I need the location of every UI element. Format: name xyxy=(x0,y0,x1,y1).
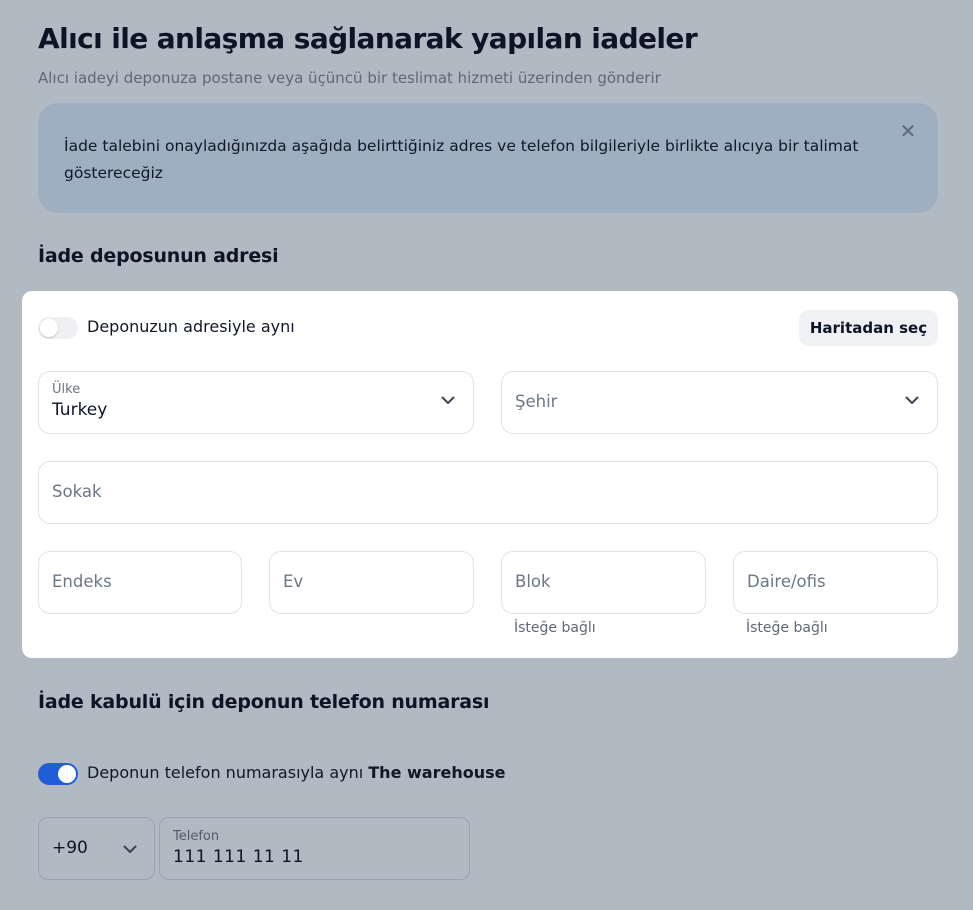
same-phone-toggle[interactable] xyxy=(38,763,78,785)
warehouse-name: The warehouse xyxy=(368,763,506,782)
postcode-placeholder: Endeks xyxy=(52,572,112,591)
postcode-input[interactable]: Endeks xyxy=(38,551,242,614)
info-notice: İade talebini onayladığınızda aşağıda be… xyxy=(38,103,938,213)
house-placeholder: Ev xyxy=(283,572,304,591)
block-input[interactable]: Blok xyxy=(501,551,706,614)
street-placeholder: Sokak xyxy=(52,482,102,501)
country-value: Turkey xyxy=(52,400,108,420)
same-phone-label-text: Deponun telefon numarasıyla aynı xyxy=(87,763,364,782)
house-input[interactable]: Ev xyxy=(269,551,474,614)
apartment-optional-hint: İsteğe bağlı xyxy=(746,620,828,636)
toggle-knob xyxy=(58,765,76,783)
block-placeholder: Blok xyxy=(515,572,551,591)
phone-value: 111 111 11 11 xyxy=(173,847,304,867)
apartment-input[interactable]: Daire/ofis xyxy=(733,551,938,614)
phone-input[interactable]: Telefon 111 111 11 11 xyxy=(159,817,470,880)
country-code-value: +90 xyxy=(52,838,88,858)
phone-section-title: İade kabulü için deponun telefon numaras… xyxy=(38,691,490,713)
country-select[interactable]: Ülke Turkey xyxy=(38,371,474,434)
page-subtitle: Alıcı iadeyi deponuza postane veya üçünc… xyxy=(38,69,661,87)
country-label: Ülke xyxy=(52,382,81,397)
same-phone-label: Deponun telefon numarasıyla aynı The war… xyxy=(87,763,505,782)
same-address-toggle[interactable] xyxy=(38,317,78,339)
notice-text: İade talebini onayladığınızda aşağıda be… xyxy=(64,137,859,182)
apartment-placeholder: Daire/ofis xyxy=(747,572,826,591)
toggle-knob xyxy=(40,319,58,337)
select-on-map-button[interactable]: Haritadan seç xyxy=(799,310,938,346)
country-code-select[interactable]: +90 xyxy=(38,817,155,880)
chevron-down-icon xyxy=(123,845,137,853)
chevron-down-icon xyxy=(441,396,455,404)
close-icon[interactable]: ✕ xyxy=(896,119,920,143)
chevron-down-icon xyxy=(905,396,919,404)
street-input[interactable]: Sokak xyxy=(38,461,938,524)
city-placeholder: Şehir xyxy=(515,392,558,411)
block-optional-hint: İsteğe bağlı xyxy=(514,620,596,636)
address-card: Deponuzun adresiyle aynı Haritadan seç Ü… xyxy=(22,291,958,658)
address-section-title: İade deposunun adresi xyxy=(38,245,279,267)
same-address-label: Deponuzun adresiyle aynı xyxy=(87,317,295,336)
page-title: Alıcı ile anlaşma sağlanarak yapılan iad… xyxy=(38,22,698,55)
city-select[interactable]: Şehir xyxy=(501,371,938,434)
phone-label: Telefon xyxy=(173,829,220,844)
